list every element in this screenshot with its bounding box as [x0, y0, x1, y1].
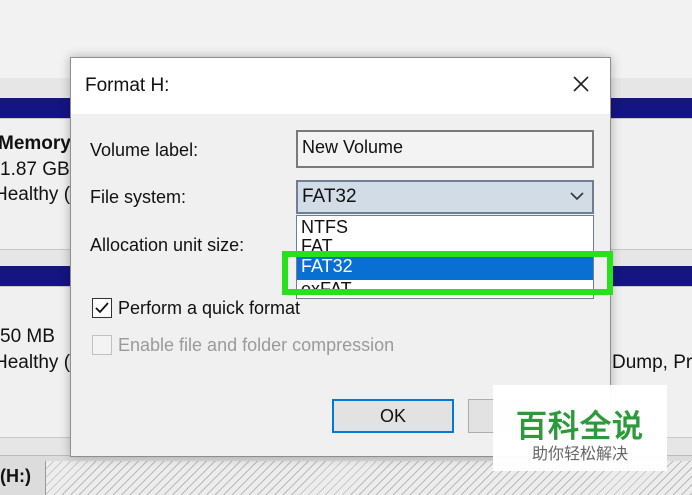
volume-label-input[interactable]: New Volume — [296, 130, 594, 168]
watermark: 百科全说 助你轻松解决 — [493, 385, 667, 471]
compression-label: Enable file and folder compression — [118, 335, 395, 355]
disk-1-status: Healthy ( — [0, 184, 71, 205]
compression-checkbox — [92, 335, 112, 355]
close-icon — [573, 76, 589, 92]
chevron-down-icon — [570, 192, 584, 201]
disk-2-partition-status: Dump, Pr — [612, 352, 692, 373]
bottom-volume-label: (H:) — [0, 466, 31, 486]
file-system-selected-value: FAT32 — [302, 186, 357, 207]
file-system-label: File system: — [90, 187, 187, 207]
volume-label-label: Volume label: — [90, 140, 199, 160]
checkmark-icon — [95, 302, 109, 314]
tutorial-highlight-box — [282, 251, 613, 295]
dialog-titlebar[interactable]: Format H: — [71, 58, 610, 114]
close-button[interactable] — [568, 71, 594, 97]
allocation-unit-size-label: Allocation unit size: — [90, 235, 245, 255]
disk-2-size: 50 MB — [0, 326, 55, 347]
disk-2-status: Healthy ( — [0, 352, 71, 373]
quick-format-checkbox[interactable] — [92, 298, 112, 318]
disk-1-size: 1.87 GB — [0, 159, 70, 180]
dialog-title: Format H: — [85, 75, 170, 96]
watermark-subtitle: 助你轻松解决 — [531, 444, 628, 463]
file-system-dropdown[interactable]: FAT32 — [296, 180, 594, 214]
ok-button[interactable]: OK — [332, 399, 454, 433]
disk-1-name: Memory — [0, 133, 71, 154]
quick-format-label: Perform a quick format — [118, 298, 301, 318]
